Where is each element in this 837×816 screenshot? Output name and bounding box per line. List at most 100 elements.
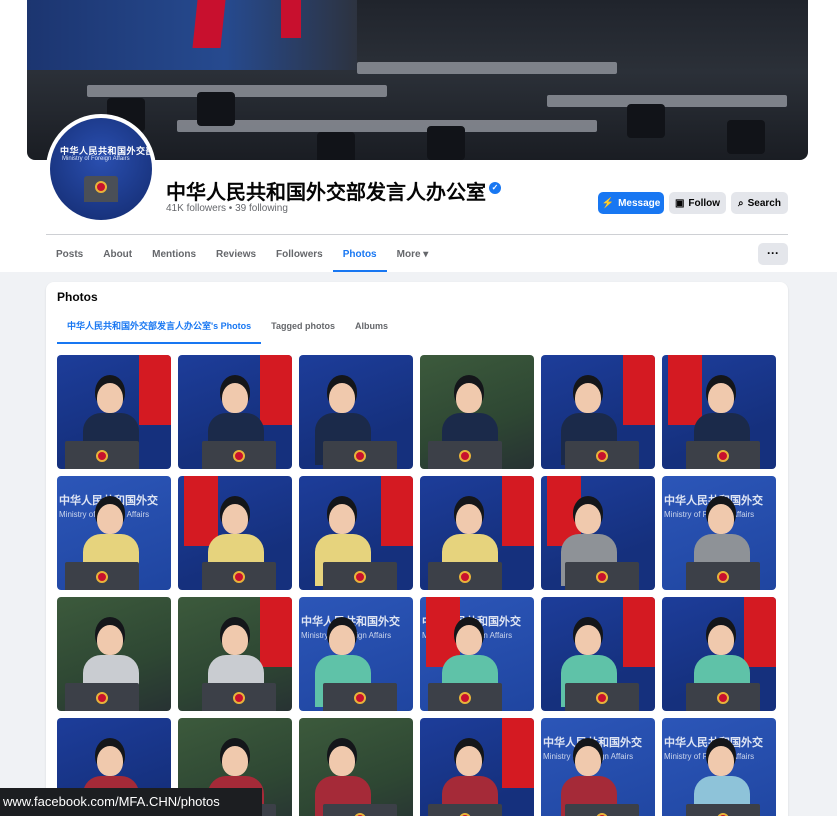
speaker-head [575, 383, 601, 413]
photo-thumbnail[interactable] [299, 355, 413, 469]
emblem-icon [354, 571, 366, 583]
tab-page-photos[interactable]: 中华人民共和国外交部发言人办公室's Photos [57, 314, 262, 344]
cover-blue-wall [27, 0, 357, 70]
photo-thumbnail[interactable] [420, 476, 534, 590]
tab-tagged-photos[interactable]: Tagged photos [261, 314, 345, 344]
speaker-head [708, 504, 734, 534]
verified-badge-icon: ✓ [489, 182, 501, 194]
photo-thumbnail[interactable] [57, 597, 171, 711]
photo-thumbnail[interactable]: 中华人民共和国外交Ministry of Foreign Affairs [541, 718, 655, 816]
avatar-text-en: Ministry of Foreign Affairs [62, 156, 130, 162]
follow-button[interactable]: ▣ Follow [669, 192, 726, 214]
speaker-head [97, 504, 123, 534]
emblem-icon [717, 571, 729, 583]
tab-reviews[interactable]: Reviews [206, 242, 266, 272]
speaker-head [708, 383, 734, 413]
flag-shape [502, 718, 534, 788]
speaker-head [456, 383, 482, 413]
speaker-head [97, 625, 123, 655]
message-button-label: Message [618, 197, 661, 209]
flag-shape [623, 355, 655, 425]
cover-chair [727, 120, 765, 154]
tab-photos[interactable]: Photos [332, 242, 387, 272]
emblem-icon [233, 692, 245, 704]
follower-stats[interactable]: 41K followers • 39 following [166, 203, 288, 214]
speaker-head [329, 504, 355, 534]
photo-thumbnail[interactable] [178, 476, 292, 590]
emblem-icon [96, 571, 108, 583]
speaker-head [456, 746, 482, 776]
speaker-head [575, 625, 601, 655]
photo-thumbnail[interactable] [662, 355, 776, 469]
flag-shape [502, 476, 534, 546]
emblem-icon [459, 692, 471, 704]
follow-icon: ▣ [674, 197, 685, 209]
tab-mentions[interactable]: Mentions [142, 242, 206, 272]
tab-followers[interactable]: Followers [266, 242, 333, 272]
photo-thumbnail[interactable]: 中华人民共和国外交Ministry of Foreign Affairs [299, 597, 413, 711]
status-bar-url: www.facebook.com/MFA.CHN/photos [0, 788, 262, 816]
message-button[interactable]: ⚡ Message [598, 192, 664, 214]
tab-posts[interactable]: Posts [46, 242, 93, 272]
tab-albums[interactable]: Albums [345, 314, 398, 344]
photo-thumbnail[interactable] [178, 597, 292, 711]
emblem-icon [354, 450, 366, 462]
emblem-icon [459, 571, 471, 583]
photo-thumbnail[interactable] [541, 597, 655, 711]
photo-thumbnail[interactable] [541, 476, 655, 590]
photo-thumbnail[interactable] [420, 718, 534, 816]
photo-thumbnail[interactable] [420, 355, 534, 469]
speaker-head [456, 625, 482, 655]
emblem-icon [596, 571, 608, 583]
photo-thumbnail[interactable] [662, 597, 776, 711]
tab-about[interactable]: About [93, 242, 142, 272]
emblem-icon [354, 692, 366, 704]
photo-thumbnail[interactable] [299, 718, 413, 816]
flag-shape [668, 355, 702, 425]
emblem-icon [233, 450, 245, 462]
header-divider [46, 234, 788, 235]
profile-tabs: Posts About Mentions Reviews Followers P… [46, 242, 438, 272]
speaker-head [222, 504, 248, 534]
flag-shape [381, 476, 413, 546]
photo-thumbnail[interactable] [541, 355, 655, 469]
emblem-icon [596, 450, 608, 462]
photo-thumbnail[interactable]: 中华人民共和国外交Ministry of Foreign Affairs [420, 597, 534, 711]
emblem-icon [459, 450, 471, 462]
search-button[interactable]: ⌕ Search [731, 192, 788, 214]
speaker-head [575, 504, 601, 534]
speaker-head [329, 746, 355, 776]
speaker-head [456, 504, 482, 534]
speaker-head [222, 383, 248, 413]
emblem-icon [717, 450, 729, 462]
photo-thumbnail[interactable]: 中华人民共和国外交Ministry of Foreign Affairs [662, 718, 776, 816]
photo-thumbnail[interactable] [57, 355, 171, 469]
search-button-label: Search [747, 197, 781, 209]
cover-flag [281, 0, 301, 38]
photo-thumbnail[interactable] [299, 476, 413, 590]
flag-shape [623, 597, 655, 667]
more-options-button[interactable]: ··· [758, 243, 788, 265]
cover-desk [87, 85, 387, 97]
profile-avatar[interactable]: 中华人民共和国外交部 Ministry of Foreign Affairs [46, 114, 156, 224]
page-title[interactable]: 中华人民共和国外交部发言人办公室 [166, 176, 486, 205]
photo-thumbnail[interactable] [178, 355, 292, 469]
photos-sub-tabs: 中华人民共和国外交部发言人办公室's Photos Tagged photos … [57, 314, 398, 344]
emblem-icon [96, 450, 108, 462]
flag-shape [744, 597, 776, 667]
emblem-icon [95, 181, 107, 193]
photos-section-title: Photos [57, 290, 98, 304]
emblem-icon [233, 571, 245, 583]
flag-shape [139, 355, 171, 425]
tab-more[interactable]: More ▾ [387, 242, 439, 272]
photos-card: Photos 中华人民共和国外交部发言人办公室's Photos Tagged … [46, 282, 788, 816]
emblem-icon [596, 692, 608, 704]
speaker-head [97, 383, 123, 413]
photo-thumbnail[interactable]: 中华人民共和国外交Ministry of Foreign Affairs [662, 476, 776, 590]
flag-shape [184, 476, 218, 546]
photo-thumbnail[interactable]: 中华人民共和国外交Ministry of Foreign Affairs [57, 476, 171, 590]
speaker-head [329, 625, 355, 655]
speaker-head [708, 625, 734, 655]
backdrop-lettering: 中华人民共和国外交 [301, 616, 400, 628]
speaker-head [575, 746, 601, 776]
